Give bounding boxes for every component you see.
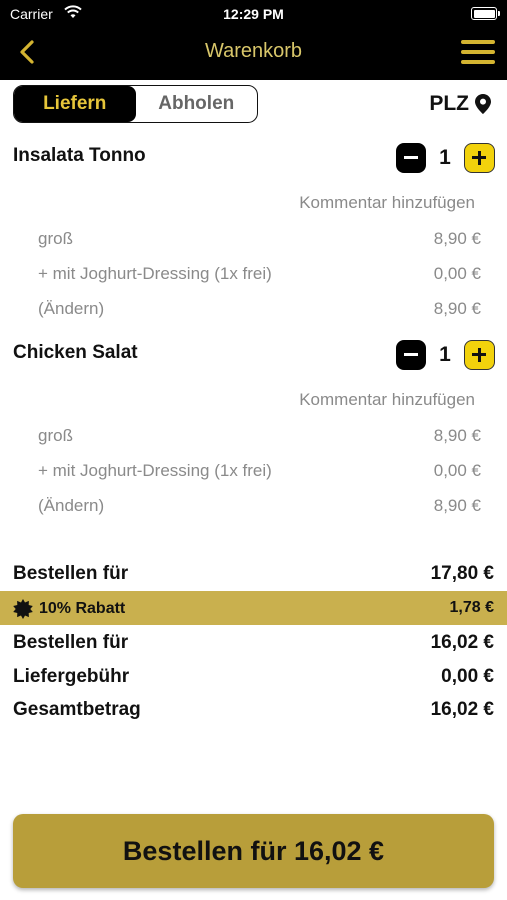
location-pin-icon (475, 94, 491, 114)
battery-icon (471, 7, 500, 20)
after-discount-label: Bestellen für (13, 632, 129, 653)
status-bar: Carrier 12:29 PM (0, 0, 507, 28)
item-quantity: 1 (439, 146, 451, 169)
option-price: 0,00 € (433, 461, 481, 480)
subtotal-value: 17,80 € (430, 563, 494, 584)
option-price: 8,90 € (433, 229, 481, 248)
decrease-quantity-button[interactable] (396, 143, 426, 173)
edit-item-link[interactable]: (Ändern) (38, 496, 104, 516)
total-row: Gesamtbetrag 16,02 € (0, 693, 507, 727)
option-label: + mit Joghurt-Dressing (1x frei) (38, 264, 272, 283)
increase-quantity-button[interactable] (464, 143, 495, 173)
item-quantity: 1 (439, 343, 451, 366)
plz-button[interactable]: PLZ (429, 92, 491, 116)
delivery-fee-value: 0,00 € (441, 666, 494, 687)
tab-liefern[interactable]: Liefern (14, 86, 136, 122)
total-value: 16,02 € (430, 699, 494, 720)
page-title: Warenkorb (204, 40, 303, 62)
item-price: 8,90 € (433, 299, 481, 318)
decrease-quantity-button[interactable] (396, 340, 426, 370)
discount-label: 10% Rabatt (39, 600, 126, 617)
subtotal-label: Bestellen für (13, 563, 129, 584)
option-label: groß (38, 426, 73, 445)
option-price: 0,00 € (433, 264, 481, 283)
after-discount-value: 16,02 € (430, 632, 494, 653)
edit-item-link[interactable]: (Ändern) (38, 299, 104, 319)
add-comment-link[interactable]: Kommentar hinzufügen (299, 390, 475, 410)
after-discount-row: Bestellen für 16,02 € (0, 626, 507, 660)
item-name: Chicken Salat (13, 342, 138, 363)
discount-row: 10% Rabatt 1,78 € (0, 591, 507, 625)
plz-label: PLZ (429, 92, 469, 115)
option-label: groß (38, 229, 73, 248)
tab-abholen[interactable]: Abholen (136, 86, 258, 122)
add-comment-link[interactable]: Kommentar hinzufügen (299, 193, 475, 213)
option-price: 8,90 € (433, 426, 481, 445)
status-time: 12:29 PM (223, 6, 284, 22)
item-price: 8,90 € (433, 496, 481, 515)
delivery-mode-toggle: Liefern Abholen (13, 85, 258, 123)
top-bar: Carrier 12:29 PM Warenkorb (0, 0, 507, 80)
discount-badge-icon (13, 599, 33, 619)
place-order-button[interactable]: Bestellen für 16,02 € (13, 814, 494, 888)
item-name: Insalata Tonno (13, 145, 146, 166)
delivery-fee-label: Liefergebühr (13, 666, 130, 687)
option-label: + mit Joghurt-Dressing (1x frei) (38, 461, 272, 480)
delivery-fee-row: Liefergebühr 0,00 € (0, 660, 507, 694)
increase-quantity-button[interactable] (464, 340, 495, 370)
total-label: Gesamtbetrag (13, 699, 141, 720)
subtotal-row: Bestellen für 17,80 € (0, 557, 507, 591)
discount-value: 1,78 € (449, 599, 494, 616)
hamburger-menu-icon[interactable] (461, 38, 497, 66)
